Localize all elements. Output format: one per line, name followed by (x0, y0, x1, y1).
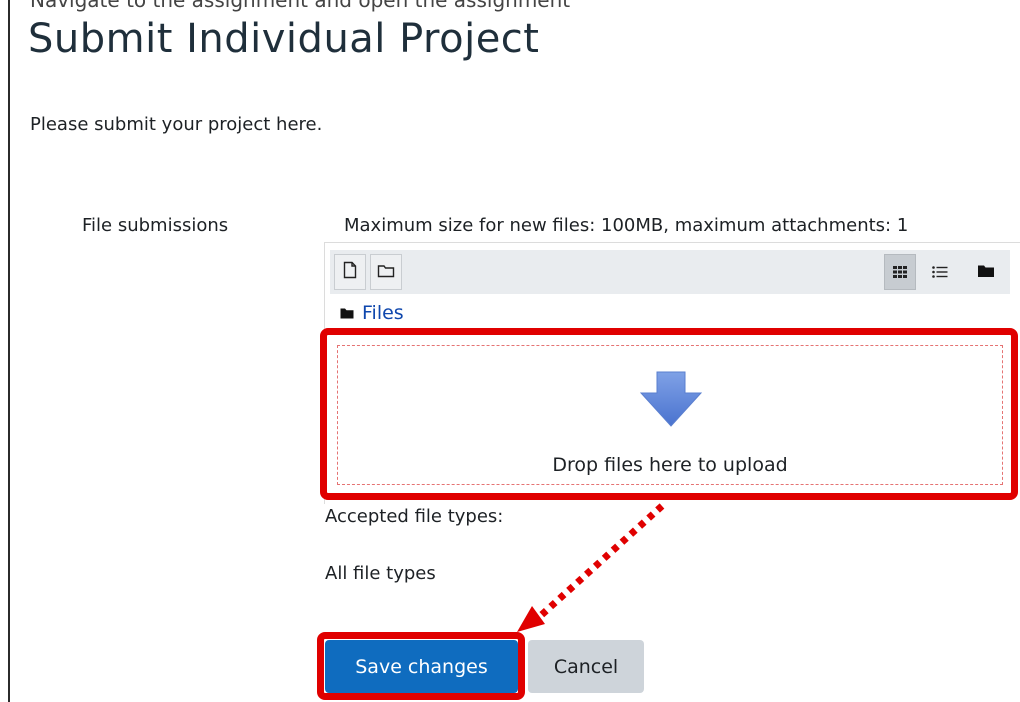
list-view-button[interactable] (924, 254, 956, 290)
cropped-instruction-text: Navigate to the assignment and open the … (30, 0, 571, 12)
files-folder-label: Files (362, 302, 404, 324)
new-folder-button[interactable] (370, 254, 402, 290)
files-folder-link[interactable]: Files (340, 302, 404, 324)
page-title: Submit Individual Project (28, 16, 540, 62)
page-left-border (8, 0, 10, 702)
file-picker-toolbar (330, 250, 1010, 294)
folder-icon (340, 302, 354, 324)
down-arrow-icon (639, 371, 703, 431)
intro-text: Please submit your project here. (30, 114, 323, 135)
new-folder-icon (377, 263, 395, 282)
list-view-icon (932, 263, 948, 282)
new-file-button[interactable] (334, 254, 366, 290)
grid-view-button[interactable] (884, 254, 916, 290)
dropzone-text: Drop files here to upload (552, 454, 788, 476)
accepted-file-types-label: Accepted file types: (325, 506, 504, 527)
accepted-file-types-value: All file types (325, 563, 436, 584)
save-changes-button[interactable]: Save changes (325, 640, 518, 693)
folder-view-icon (977, 263, 995, 282)
submission-page: Navigate to the assignment and open the … (0, 0, 1020, 702)
new-file-icon (343, 261, 357, 283)
file-submissions-label: File submissions (82, 215, 229, 236)
file-limits-text: Maximum size for new files: 100MB, maxim… (344, 215, 909, 236)
folder-view-button[interactable] (970, 254, 1002, 290)
grid-view-icon (893, 263, 907, 282)
file-dropzone[interactable]: Drop files here to upload (337, 345, 1003, 485)
cancel-button[interactable]: Cancel (528, 640, 644, 693)
